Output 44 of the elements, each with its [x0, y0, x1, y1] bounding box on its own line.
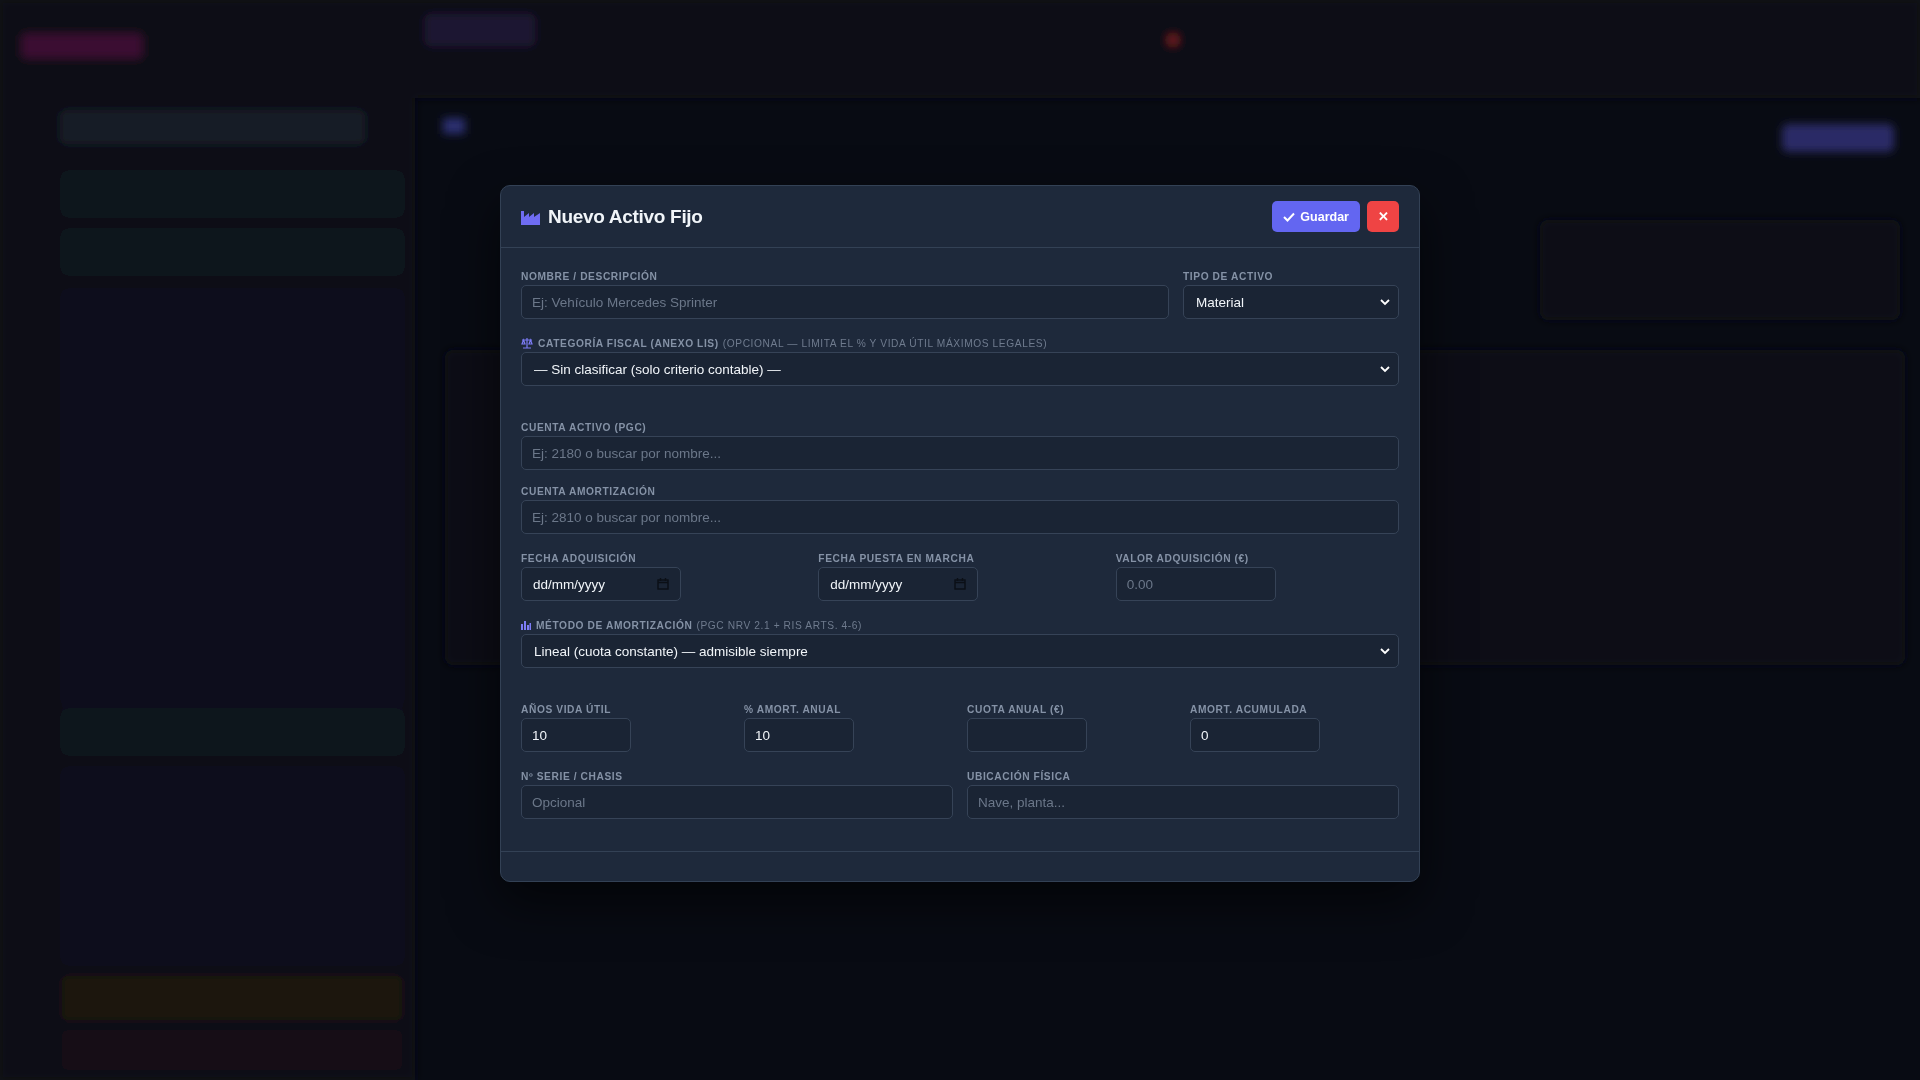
chevron-down-icon [1380, 298, 1390, 306]
field-label: TIPO DE ACTIVO [1183, 270, 1274, 282]
scales-icon [521, 337, 533, 349]
bar-chart-icon [521, 620, 531, 630]
field-label: Nº SERIE / CHASIS [521, 770, 623, 782]
field-note: (PGC NRV 2.1 + RIS ARTS. 4-6) [696, 619, 863, 631]
calendar-icon [954, 578, 967, 590]
modal-title: Nuevo Activo Fijo [548, 205, 703, 228]
field-label: AMORT. ACUMULADA [1190, 703, 1308, 715]
field-label: VALOR ADQUISICIÓN (€) [1115, 552, 1249, 564]
field-label: NOMBRE / DESCRIPCIÓN [521, 270, 658, 282]
input-field[interactable]: Ej: 2810 o buscar por nombre... [521, 500, 1399, 534]
input-field[interactable]: 0.00 [1115, 567, 1276, 601]
field-label: AÑOS VIDA ÚTIL [521, 703, 612, 715]
date-field[interactable]: dd/mm/yyyy [521, 567, 681, 601]
input-field[interactable] [967, 718, 1087, 752]
field-label: CUOTA ANUAL (€) [967, 703, 1065, 715]
calendar-icon [657, 578, 669, 590]
close-button[interactable]: ✕ [1367, 201, 1399, 232]
check-icon [1283, 211, 1296, 222]
input-field[interactable]: Ej: 2180 o buscar por nombre... [521, 436, 1399, 470]
input-field[interactable]: 10 [521, 718, 631, 752]
date-field[interactable]: dd/mm/yyyy [818, 567, 979, 601]
select-field[interactable]: Lineal (cuota constante) — admisible siempre [521, 634, 1399, 668]
select-field[interactable]: Material [1183, 285, 1399, 319]
factory-icon [521, 208, 540, 225]
input-field[interactable]: Nave, planta... [967, 785, 1399, 819]
field-note: (OPCIONAL — LIMITA EL % Y VIDA ÚTIL MÁXIMOS LEGALES) [722, 337, 1048, 349]
field-label: UBICACIÓN FÍSICA [967, 770, 1071, 782]
field-label: FECHA ADQUISICIÓN [521, 552, 637, 564]
field-label: CUENTA AMORTIZACIÓN [521, 485, 656, 497]
field-label: FECHA PUESTA EN MARCHA [818, 552, 975, 564]
field-label: % AMORT. ANUAL [744, 703, 842, 715]
field-label: MÉTODO DE AMORTIZACIÓN [536, 619, 693, 631]
select-field[interactable]: — Sin clasificar (solo criterio contable) — [521, 352, 1399, 386]
input-field[interactable]: 0 [1190, 718, 1320, 752]
input-field[interactable]: 10 [744, 718, 854, 752]
input-field[interactable]: Ej: Vehículo Mercedes Sprinter [521, 285, 1169, 319]
input-field[interactable]: Opcional [521, 785, 953, 819]
field-label: CUENTA ACTIVO (PGC) [521, 421, 647, 433]
field-label: CATEGORÍA FISCAL (ANEXO LIS) [538, 337, 719, 349]
chevron-down-icon [1380, 647, 1390, 655]
save-button[interactable]: Guardar [1272, 201, 1360, 232]
chevron-down-icon [1380, 365, 1390, 373]
